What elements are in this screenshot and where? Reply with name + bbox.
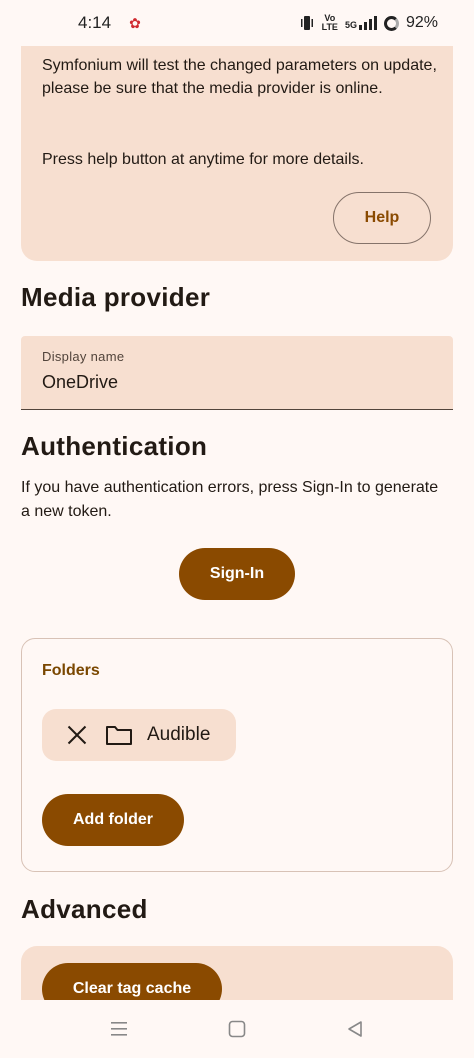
home-square-icon[interactable] bbox=[220, 1012, 254, 1046]
display-name-field[interactable]: Display name OneDrive bbox=[21, 336, 453, 410]
menu-icon[interactable] bbox=[102, 1012, 136, 1046]
status-time: 4:14 bbox=[78, 13, 112, 32]
folder-chip-label: Audible bbox=[147, 724, 211, 745]
authentication-heading: Authentication bbox=[21, 431, 208, 461]
info-text-test-params: Symfonium will test the changed paramete… bbox=[42, 57, 437, 97]
signal-indicator: 5G bbox=[345, 16, 377, 30]
app-notification-icon: ✿ bbox=[129, 14, 141, 31]
vibrate-icon bbox=[300, 16, 313, 30]
folders-heading: Folders bbox=[42, 662, 100, 679]
clear-tag-cache-button[interactable]: Clear tag cache bbox=[42, 963, 222, 1000]
help-button[interactable]: Help bbox=[333, 192, 431, 244]
battery-percent: 92% bbox=[405, 14, 438, 31]
display-name-label: Display name bbox=[42, 349, 125, 364]
advanced-heading: Advanced bbox=[21, 894, 148, 924]
network-type: 5G bbox=[344, 20, 357, 30]
authentication-description: If you have authentication errors, press… bbox=[21, 479, 439, 520]
info-card: Symfonium will test the changed paramete… bbox=[21, 46, 453, 261]
folder-chip[interactable]: Audible bbox=[42, 709, 236, 761]
display-name-value: OneDrive bbox=[42, 372, 119, 392]
advanced-card: Clear tag cache bbox=[21, 946, 453, 1000]
folders-card: Folders Audible Add folder bbox=[21, 638, 453, 872]
info-text-help: Press help button at anytime for more de… bbox=[42, 151, 364, 168]
media-provider-heading: Media provider bbox=[21, 282, 211, 312]
signal-bars-icon bbox=[358, 16, 377, 30]
volte-indicator: Vo LTE bbox=[321, 13, 338, 32]
settings-scroll-area[interactable]: Symfonium will test the changed paramete… bbox=[0, 46, 474, 1000]
sign-in-button[interactable]: Sign-In bbox=[179, 548, 295, 600]
battery-icon bbox=[383, 15, 399, 31]
system-navigation-bar bbox=[0, 1000, 474, 1058]
status-bar: 4:14 ✿ Vo LTE 5G 92% bbox=[0, 0, 474, 46]
close-icon[interactable] bbox=[66, 724, 88, 746]
back-triangle-icon[interactable] bbox=[338, 1012, 372, 1046]
add-folder-button[interactable]: Add folder bbox=[42, 794, 184, 846]
folder-icon bbox=[106, 726, 132, 745]
